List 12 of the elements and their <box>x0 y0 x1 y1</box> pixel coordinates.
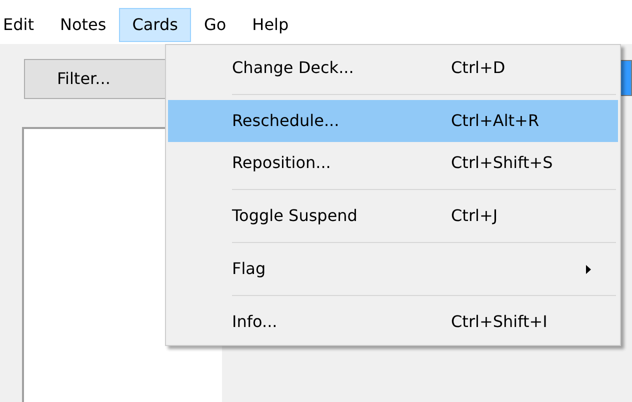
menu-bar-item[interactable]: Cards <box>119 8 191 42</box>
menu-bar-item[interactable]: Go <box>190 8 240 42</box>
menu-item[interactable]: Reschedule... Ctrl+Alt+R <box>168 100 618 142</box>
menu-item[interactable]: Toggle Suspend Ctrl+J <box>168 195 618 237</box>
menu-bar-item[interactable]: Edit <box>0 8 47 42</box>
submenu-arrow-icon <box>586 264 591 274</box>
list-row-highlight <box>620 60 632 96</box>
menu-bar-item[interactable]: Help <box>239 8 302 42</box>
menu-item[interactable]: Info... Ctrl+Shift+I <box>168 301 618 343</box>
menu-bar-item[interactable]: Notes <box>46 8 120 42</box>
menu-item[interactable]: Reposition... Ctrl+Shift+S <box>168 142 618 184</box>
menu-item[interactable]: Flag <box>168 248 618 290</box>
